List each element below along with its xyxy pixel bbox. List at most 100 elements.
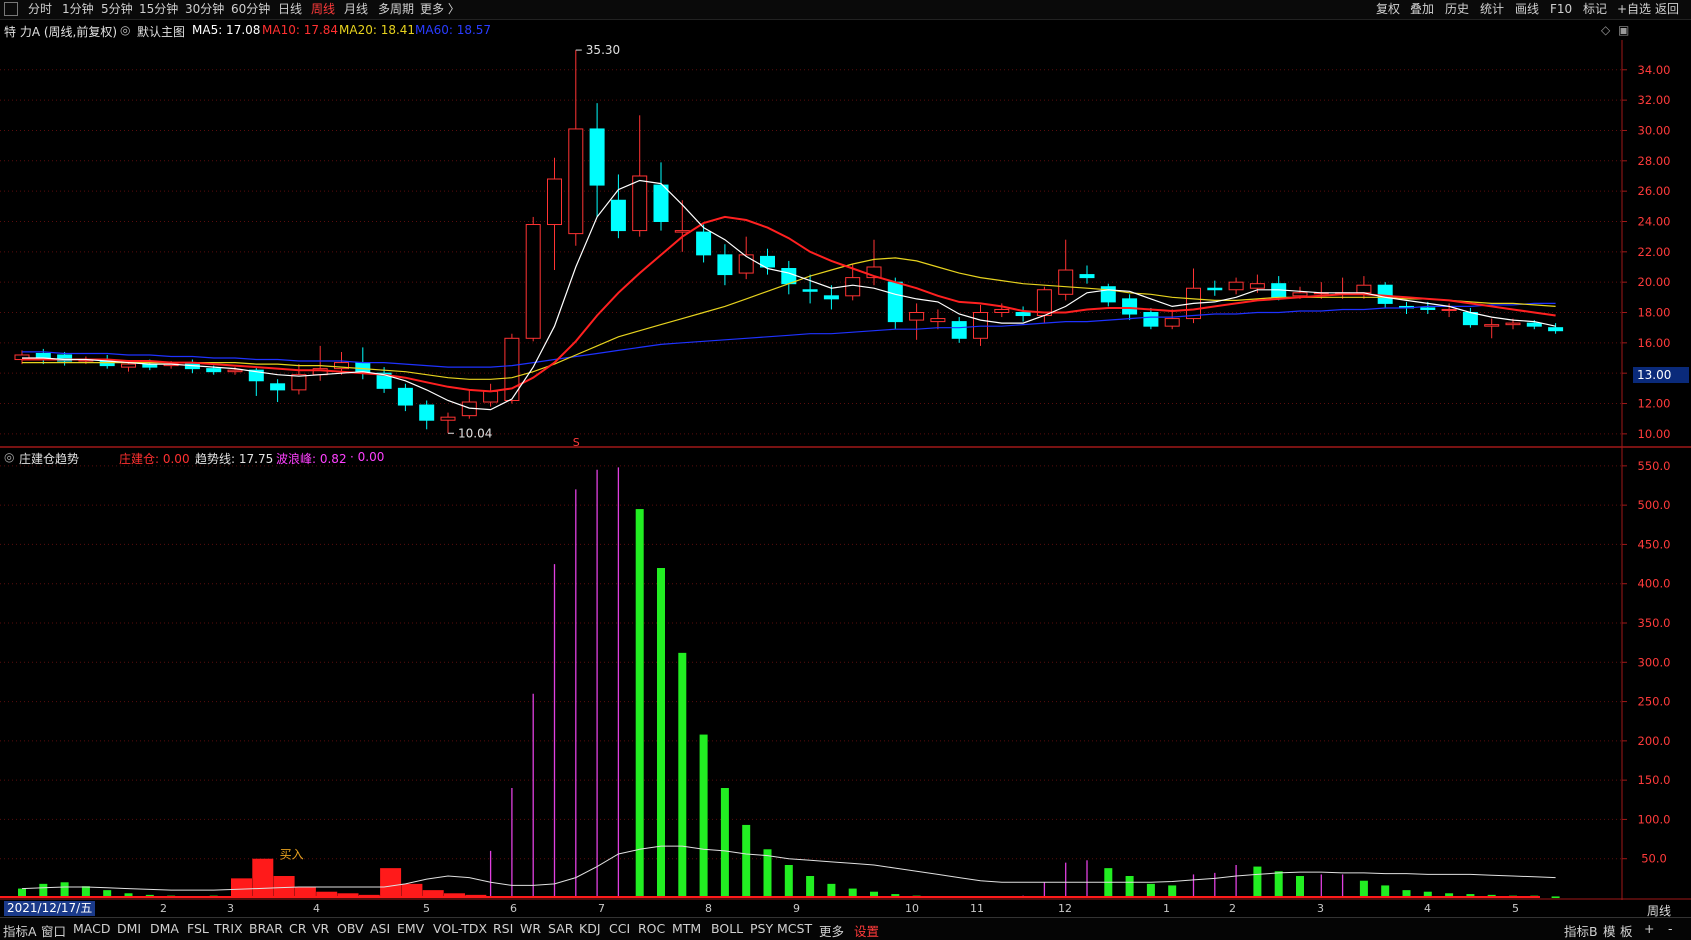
indicator-tab-12[interactable]: EMV [397, 921, 424, 936]
ma60-value: MA60: 18.57 [415, 23, 492, 37]
indicator-tick-label: 100.0 [1638, 812, 1671, 826]
toolbar-action-1[interactable]: 叠加 [1410, 2, 1434, 17]
indicator-bar [1104, 868, 1113, 898]
period-tab-5[interactable]: 60分钟 [231, 2, 270, 17]
candle-body [632, 175, 648, 232]
period-tab-4[interactable]: 30分钟 [185, 2, 224, 17]
indicator-bar [699, 734, 708, 898]
indicator-tab-4[interactable]: DMA [150, 921, 179, 936]
indicator-b-control-4[interactable]: - [1668, 921, 1673, 936]
candle-body [355, 362, 371, 373]
toolbar-action-8[interactable]: 返回 [1655, 2, 1679, 17]
candle-body [610, 199, 626, 232]
indicator-tab-23[interactable]: MCST [777, 921, 812, 936]
sell-signal-label: S [573, 436, 580, 449]
indicator-tick-label: 50.0 [1641, 852, 1667, 866]
indicator-tab-18[interactable]: CCI [609, 921, 630, 936]
indicator-tab-15[interactable]: WR [520, 921, 541, 936]
period-tab-8[interactable]: 月线 [344, 2, 368, 17]
month-tick-label: 10 [905, 902, 919, 915]
indicator-tab-20[interactable]: MTM [672, 921, 701, 936]
period-tab-6[interactable]: 日线 [278, 2, 302, 17]
window-menu-icon[interactable] [4, 2, 18, 16]
month-tick-label: 2 [160, 902, 167, 915]
period-tab-10[interactable]: 更多 〉 [420, 2, 460, 17]
indicator-tab-19[interactable]: ROC [638, 921, 665, 936]
price-tick-label: 32.00 [1638, 93, 1671, 107]
indicator-tick-label: 400.0 [1638, 577, 1671, 591]
toolbar-action-4[interactable]: 画线 [1515, 2, 1539, 17]
kline-chart[interactable]: 34.00 32.00 30.00 28.00 26.00 24.00 22.00 20.00… [0, 40, 1691, 900]
indicator-name[interactable]: 庄建仓趋势 [19, 450, 79, 467]
indicator-tab-13[interactable]: VOL-TDX [433, 921, 487, 936]
indicator-b-control-1[interactable]: 模 [1603, 921, 1616, 940]
candle-body [1377, 284, 1393, 304]
indicator-b-control-3[interactable]: + [1644, 921, 1654, 936]
month-tick-label: 6 [510, 902, 517, 915]
candle-body [930, 318, 946, 323]
toolbar-action-7[interactable]: +自选 [1617, 2, 1651, 17]
indicator-bar [401, 883, 423, 898]
candle-body [994, 308, 1010, 314]
period-tab-9[interactable]: 多周期 [378, 2, 414, 17]
toolbar-action-3[interactable]: 统计 [1480, 2, 1504, 17]
period-tab-7[interactable]: 周线 [311, 2, 335, 17]
indicator-tab-9[interactable]: VR [312, 921, 329, 936]
indicator-bar [678, 652, 687, 898]
candle-body [291, 374, 307, 391]
candle-body [1058, 269, 1074, 295]
indicator-tab-14[interactable]: RSI [493, 921, 513, 936]
indicator-tab-1[interactable]: 窗口 [41, 921, 66, 940]
indicator-tab-21[interactable]: BOLL [711, 921, 743, 936]
period-tab-1[interactable]: 1分钟 [62, 2, 94, 17]
candle-body [1122, 298, 1138, 315]
indicator-tab-10[interactable]: OBV [337, 921, 364, 936]
candle-body [973, 312, 988, 339]
indicator-tab-25[interactable]: 设置 [854, 921, 879, 940]
indicator-bar [39, 883, 48, 898]
indicator-tab-0[interactable]: 指标A [3, 921, 37, 940]
indicator-tab-7[interactable]: BRAR [249, 921, 283, 936]
candle-body [1441, 308, 1457, 311]
diamond-icon[interactable]: ◇ [1601, 23, 1610, 37]
indicator-value-b: 趋势线: 17.75 [195, 452, 274, 466]
indicator-menu-icon[interactable]: ◎ [4, 450, 14, 464]
indicator-tab-24[interactable]: 更多 [819, 921, 844, 940]
period-tab-3[interactable]: 15分钟 [139, 2, 178, 17]
indicator-tab-17[interactable]: KDJ [579, 921, 601, 936]
toolbar-action-6[interactable]: 标记 [1583, 2, 1607, 17]
candle-body [227, 369, 243, 373]
candle-body [674, 230, 690, 233]
price-tick-label: 18.00 [1638, 306, 1671, 320]
indicator-tab-8[interactable]: CR [289, 921, 306, 936]
toolbar-action-5[interactable]: F10 [1550, 2, 1572, 17]
toolbar-action-2[interactable]: 历史 [1445, 2, 1469, 17]
indicator-bar [252, 858, 274, 898]
indicator-b-control-0[interactable]: 指标B [1564, 921, 1598, 940]
indicator-bar [231, 878, 252, 898]
period-tab-2[interactable]: 5分钟 [101, 2, 133, 17]
candle-body [1420, 307, 1436, 310]
indicator-bar [60, 882, 69, 898]
template-name[interactable]: 默认主图 [137, 23, 185, 40]
indicator-bar [806, 876, 815, 898]
price-tick-label: 34.00 [1638, 63, 1671, 77]
candle-body [1548, 327, 1564, 332]
month-tick-label: 2 [1229, 902, 1236, 915]
indicator-tick-label: 150.0 [1638, 773, 1671, 787]
indicator-tab-11[interactable]: ASI [370, 921, 390, 936]
indicator-tab-6[interactable]: TRIX [214, 921, 243, 936]
indicator-tick-label: 500.0 [1638, 498, 1671, 512]
toolbar-action-0[interactable]: 复权 [1376, 2, 1400, 17]
indicator-tab-16[interactable]: SAR [548, 921, 573, 936]
indicator-tab-3[interactable]: DMI [117, 921, 141, 936]
indicator-b-control-2[interactable]: 板 [1620, 921, 1633, 940]
indicator-tab-2[interactable]: MACD [73, 921, 110, 936]
candle-body [738, 254, 754, 274]
indicator-tab-22[interactable]: PSY [750, 921, 773, 936]
panel-icon[interactable]: ▣ [1618, 23, 1629, 37]
indicator-tab-5[interactable]: FSL [187, 921, 209, 936]
period-tab-0[interactable]: 分时 [28, 2, 52, 17]
template-dropdown-icon[interactable]: ◎ [120, 23, 130, 37]
candle-body [1228, 281, 1244, 291]
